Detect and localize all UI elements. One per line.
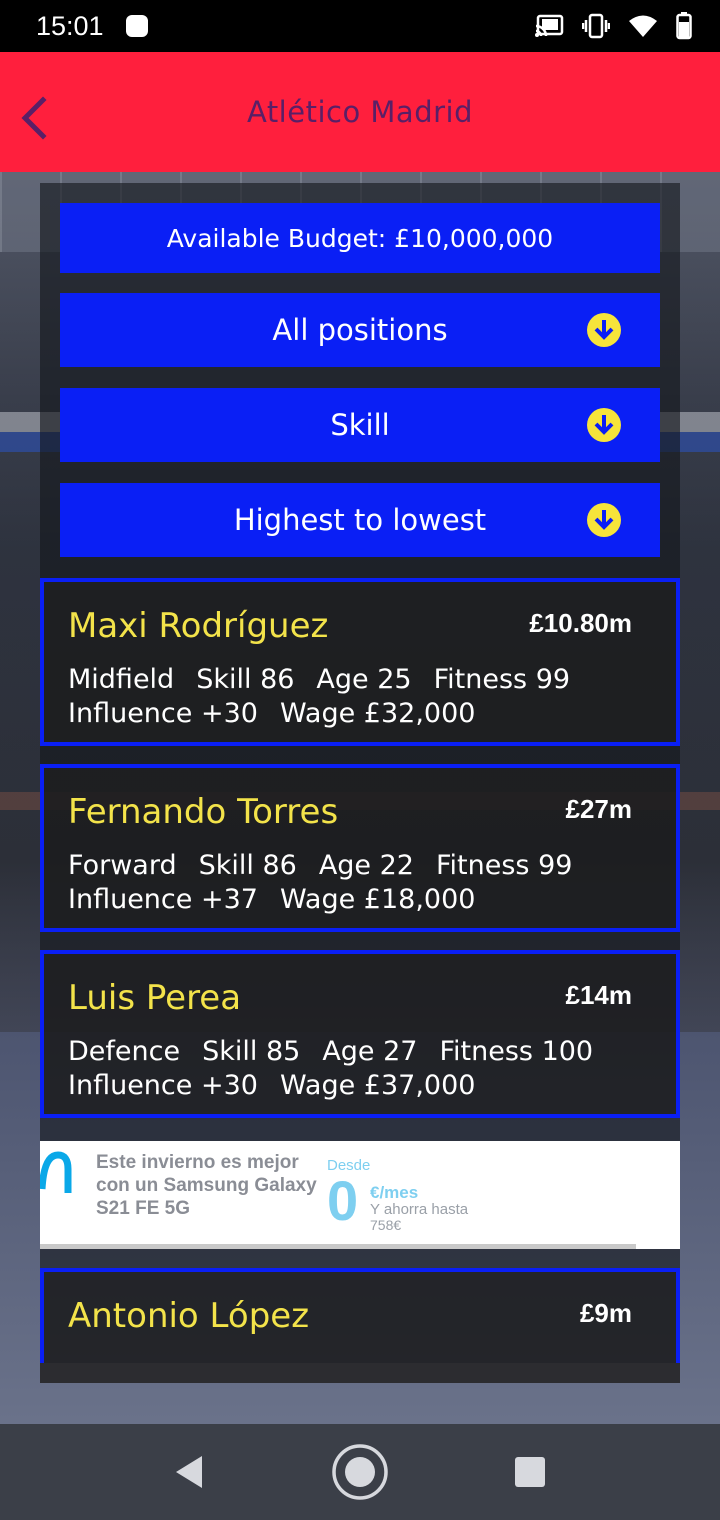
player-position: Forward — [68, 850, 177, 881]
battery-icon — [676, 12, 692, 40]
player-wage: Wage £37,000 — [279, 1070, 476, 1101]
dropdown-label: All positions — [272, 313, 448, 347]
player-position: Defence — [68, 1036, 181, 1067]
player-name: Fernando Torres — [68, 792, 339, 832]
back-button[interactable] — [14, 94, 54, 142]
player-wage: Wage £32,000 — [279, 698, 476, 729]
player-card[interactable]: Maxi Rodríguez £10.80m Midfield Skill 86 A… — [40, 578, 680, 746]
nav-home-button[interactable] — [330, 1442, 390, 1506]
panel-footer — [40, 1363, 680, 1383]
player-skill: Skill 86 — [196, 664, 295, 695]
ad-banner[interactable]: Este invierno es mejor con un Samsung Ga… — [40, 1141, 680, 1249]
sort-order-dropdown[interactable]: Highest to lowest — [60, 483, 660, 557]
ad-price: 0 — [327, 1169, 359, 1232]
back-triangle-icon — [176, 1456, 202, 1488]
wifi-icon — [629, 15, 657, 37]
player-position: Midfield — [68, 664, 175, 695]
player-skill: Skill 86 — [198, 850, 297, 881]
budget-label: Available Budget: £10,000,000 — [166, 223, 554, 253]
player-price: £14m — [565, 980, 633, 1010]
player-price: £27m — [565, 794, 633, 824]
status-time: 15:01 — [36, 10, 104, 41]
player-extra: Influence +37 Wage £18,000 — [68, 884, 497, 915]
ad-headline: Este invierno es mejor con un Samsung Ga… — [96, 1152, 317, 1219]
chevron-left-icon — [21, 96, 47, 140]
arrow-down-circle-icon — [587, 313, 621, 347]
brand-logo-icon — [40, 1151, 72, 1193]
notification-icon — [125, 15, 148, 37]
player-extra: Influence +30 Wage £32,000 — [68, 698, 497, 729]
status-bar: 15:01 — [0, 0, 720, 52]
vibrate-icon — [582, 13, 610, 39]
player-fitness: Fitness 100 — [439, 1036, 594, 1067]
player-influence: Influence +30 — [68, 1070, 258, 1101]
ad-progress-bar — [40, 1244, 636, 1249]
player-age: Age 25 — [316, 664, 412, 695]
arrow-down-circle-icon — [587, 503, 621, 537]
ad-save-text: Y ahorra hasta — [370, 1201, 469, 1218]
player-extra: Influence +30 Wage £37,000 — [68, 1070, 497, 1101]
app-header: Atlético Madrid — [0, 52, 720, 172]
player-fitness: Fitness 99 — [433, 664, 571, 695]
page-title: Atlético Madrid — [246, 95, 474, 129]
nav-recents-button[interactable] — [514, 1456, 546, 1492]
arrow-down-circle-icon — [587, 408, 621, 442]
player-name: Maxi Rodríguez — [68, 606, 329, 646]
player-card[interactable]: Fernando Torres £27m Forward Skill 86 Age … — [40, 764, 680, 932]
ad-save-amount: 758€ — [370, 1217, 402, 1233]
player-card[interactable]: Luis Perea £14m Defence Skill 85 Age 27 Fit… — [40, 950, 680, 1118]
player-wage: Wage £18,000 — [279, 884, 476, 915]
sort-field-dropdown[interactable]: Skill — [60, 388, 660, 462]
player-name: Antonio López — [68, 1296, 310, 1336]
player-skill: Skill 85 — [202, 1036, 301, 1067]
player-stats: Forward Skill 86 Age 22 Fitness 99 — [68, 850, 594, 881]
dropdown-label: Skill — [330, 408, 390, 442]
player-age: Age 22 — [318, 850, 414, 881]
player-influence: Influence +30 — [68, 698, 258, 729]
home-circle-icon — [332, 1444, 388, 1500]
status-icons — [534, 12, 692, 40]
recents-square-icon — [515, 1457, 545, 1487]
player-fitness: Fitness 99 — [435, 850, 573, 881]
nav-back-button[interactable] — [172, 1454, 206, 1494]
position-dropdown[interactable]: All positions — [60, 293, 660, 367]
player-stats: Midfield Skill 86 Age 25 Fitness 99 — [68, 664, 592, 695]
player-age: Age 27 — [322, 1036, 418, 1067]
transfer-panel: Available Budget: £10,000,000 All positi… — [40, 183, 680, 1383]
player-influence: Influence +37 — [68, 884, 258, 915]
player-stats: Defence Skill 85 Age 27 Fitness 100 — [68, 1036, 615, 1067]
budget-banner: Available Budget: £10,000,000 — [60, 203, 660, 273]
cast-icon — [535, 14, 564, 37]
dropdown-label: Highest to lowest — [233, 503, 487, 537]
player-name: Luis Perea — [68, 978, 242, 1018]
ad-per-month: €/mes — [370, 1183, 419, 1202]
player-price: £9m — [579, 1298, 632, 1328]
player-price: £10.80m — [529, 608, 632, 638]
system-nav-bar — [0, 1424, 720, 1520]
